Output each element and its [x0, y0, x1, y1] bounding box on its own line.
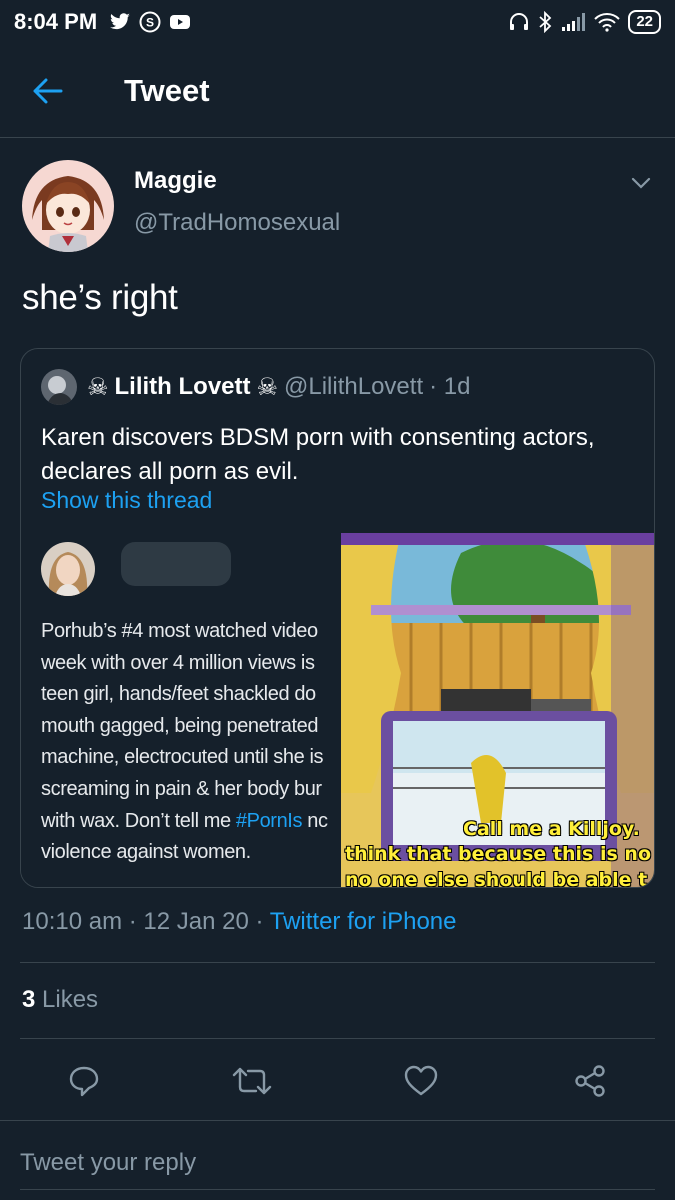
like-button[interactable] [395, 1055, 447, 1107]
meme-caption: Call me a Killjoy. [463, 818, 640, 840]
author-handle[interactable]: @TradHomosexual [134, 209, 340, 237]
tweet-header: Tweet [0, 44, 675, 138]
arrow-left-icon [33, 78, 63, 103]
reply-icon [69, 1066, 99, 1097]
quoted-name: Lilith Lovett [114, 373, 251, 400]
battery-icon: 22 [628, 10, 661, 34]
quoted-tweet[interactable]: ☠ Lilith Lovett ☠ @LilithLovett · 1d Kar… [20, 348, 655, 888]
headphones-icon [508, 11, 530, 33]
twitter-bird-icon [109, 13, 131, 31]
skull-icon: ☠ [87, 373, 109, 401]
back-button[interactable] [18, 61, 78, 121]
youtube-icon [169, 14, 191, 30]
svg-text:S: S [146, 16, 154, 30]
quoted-screenshot-image: Porhub’s #4 most watched video week with… [21, 533, 654, 888]
skull-icon: ☠ [256, 373, 279, 401]
divider [20, 1038, 655, 1039]
likes-count[interactable]: 3 Likes [22, 986, 98, 1014]
retweet-icon [232, 1067, 272, 1095]
share-button[interactable] [564, 1055, 616, 1107]
reply-button[interactable] [58, 1055, 110, 1107]
bluetooth-icon [538, 11, 552, 33]
quoted-tweet-header: ☠ Lilith Lovett ☠ @LilithLovett · 1d [41, 369, 470, 405]
show-thread-link[interactable]: Show this thread [41, 487, 212, 514]
tweet-client-link[interactable]: Twitter for iPhone [270, 908, 457, 935]
status-time: 8:04 PM [14, 9, 98, 34]
quoted-handle: @LilithLovett [284, 373, 424, 400]
inner-avatar [41, 542, 95, 596]
divider [20, 962, 655, 963]
tweet-time: 10:10 am [22, 908, 123, 935]
status-bar: 8:04 PM S 22 [0, 0, 675, 44]
retweet-button[interactable] [226, 1055, 278, 1107]
tweet-options-button[interactable] [626, 168, 656, 198]
redacted-name [121, 542, 231, 586]
divider [0, 1120, 675, 1121]
like-icon [404, 1065, 438, 1096]
avatar[interactable] [22, 160, 114, 252]
signal-icon [560, 12, 586, 32]
meme-caption: think that because this is no [345, 843, 651, 865]
tweet-author: Maggie @TradHomosexual [22, 160, 662, 252]
meme-caption: no one else should be able t [345, 869, 648, 888]
quoted-avatar [41, 369, 77, 405]
tweet-date: 12 Jan 20 [143, 908, 249, 935]
quoted-text: Karen discovers BDSM porn with consentin… [41, 424, 595, 485]
meme-image: Call me a Killjoy. think that because th… [341, 533, 654, 888]
share-icon [575, 1065, 605, 1097]
reply-input[interactable] [20, 1136, 655, 1190]
wifi-icon [594, 12, 621, 32]
hashtag: #PornIs [235, 809, 303, 832]
skype-icon: S [139, 11, 161, 33]
tweet-meta: 10:10 am · 12 Jan 20 · Twitter for iPhon… [22, 908, 457, 935]
author-name[interactable]: Maggie [134, 167, 340, 195]
action-bar [0, 1055, 675, 1107]
tweet-text: she’s right [22, 278, 178, 317]
chevron-down-icon [631, 177, 651, 189]
quoted-age: · 1d [429, 373, 471, 400]
page-title: Tweet [124, 72, 210, 108]
inner-tweet-text: Porhub’s #4 most watched video week with… [41, 620, 328, 864]
